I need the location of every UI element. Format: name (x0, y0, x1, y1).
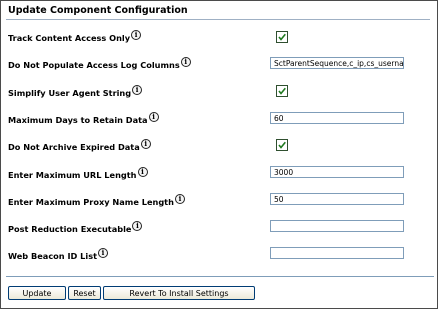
setting-label: Post Reduction Executable i (8, 221, 143, 234)
reset-button[interactable]: Reset (68, 286, 101, 300)
component-config-panel: Update Component Configuration Track Con… (0, 0, 438, 309)
max-proxy-name-input[interactable]: 50 (270, 193, 404, 205)
footer-divider (6, 276, 434, 277)
info-icon[interactable]: i (180, 57, 191, 67)
max-url-length-input[interactable]: 3000 (270, 166, 404, 178)
max-days-retain-input[interactable]: 60 (270, 112, 404, 124)
setting-label: Maximum Days to Retain Data i (8, 112, 159, 125)
setting-label: Do Not Archive Expired Data i (8, 139, 151, 152)
page-title: Update Component Configuration (8, 5, 188, 16)
setting-label: Enter Maximum URL Length i (8, 167, 148, 180)
setting-label: Simplify User Agent String i (8, 85, 143, 98)
info-icon[interactable]: i (148, 112, 159, 122)
checkmark-icon (278, 141, 286, 149)
info-icon[interactable]: i (132, 85, 143, 95)
web-beacon-id-list-input[interactable] (270, 247, 404, 259)
setting-label: Do Not Populate Access Log Columns i (8, 57, 191, 70)
checkmark-icon (278, 33, 286, 41)
access-log-columns-input[interactable]: SctParentSequence,c_ip,cs_userna (270, 57, 404, 69)
setting-label: Track Content Access Only i (8, 30, 142, 43)
info-icon[interactable]: i (140, 139, 151, 149)
info-icon[interactable]: i (132, 221, 143, 231)
update-button[interactable]: Update (8, 286, 66, 300)
simplify-user-agent-checkbox[interactable] (276, 85, 288, 97)
setting-label: Web Beacon ID List i (8, 248, 108, 261)
checkmark-icon (278, 87, 286, 95)
info-icon[interactable]: i (97, 248, 108, 258)
title-divider (6, 19, 430, 20)
info-icon[interactable]: i (137, 167, 148, 177)
archive-expired-checkbox[interactable] (276, 139, 288, 151)
revert-to-install-settings-button[interactable]: Revert To Install Settings (103, 286, 255, 300)
setting-label: Enter Maximum Proxy Name Length i (8, 194, 185, 207)
post-reduction-executable-input[interactable] (270, 220, 404, 232)
info-icon[interactable]: i (174, 194, 185, 204)
info-icon[interactable]: i (131, 30, 142, 40)
track-content-access-checkbox[interactable] (276, 31, 288, 43)
